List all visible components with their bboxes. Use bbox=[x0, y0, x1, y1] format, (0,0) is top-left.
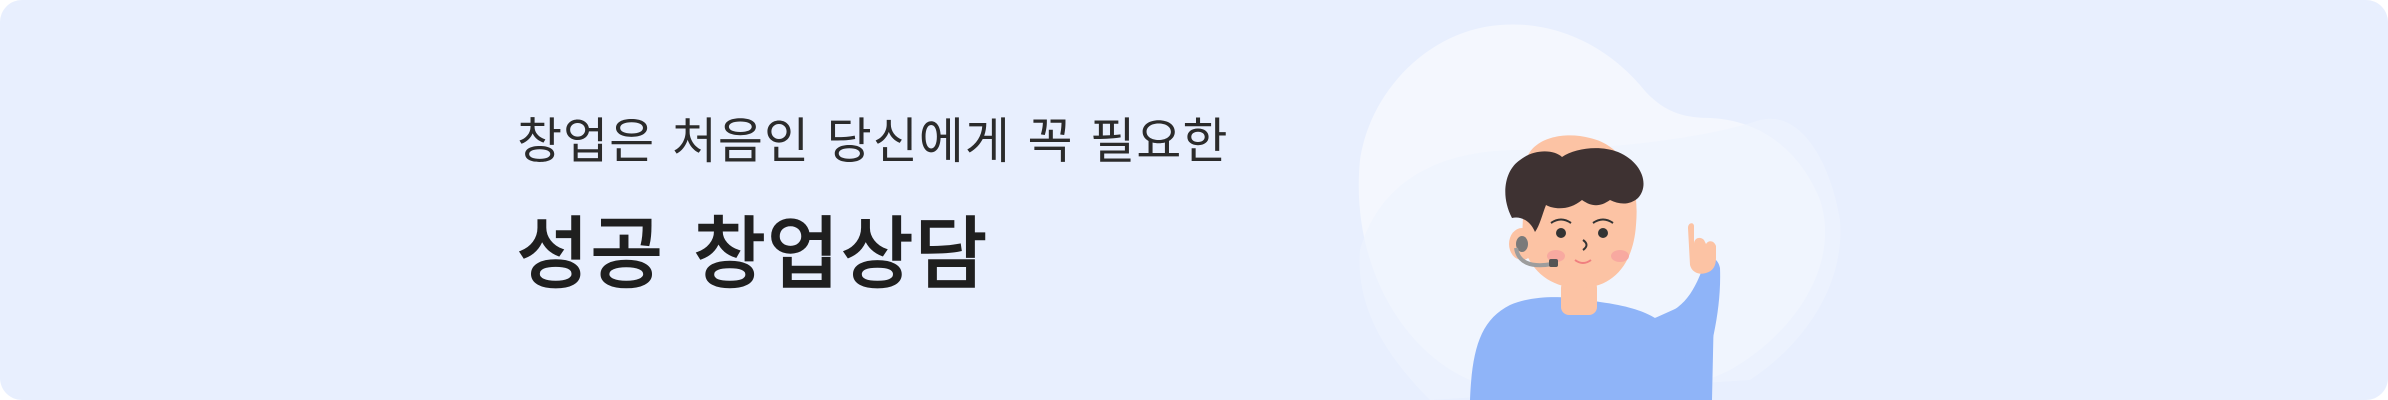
counselor-headset-icon bbox=[1358, 24, 1841, 400]
banner-title: 성공 창업상담 bbox=[517, 210, 989, 300]
consultation-banner[interactable]: 창업은 처음인 당신에게 꼭 필요한 성공 창업상담 bbox=[0, 0, 2388, 400]
banner-subtitle: 창업은 처음인 당신에게 꼭 필요한 bbox=[517, 113, 1229, 170]
